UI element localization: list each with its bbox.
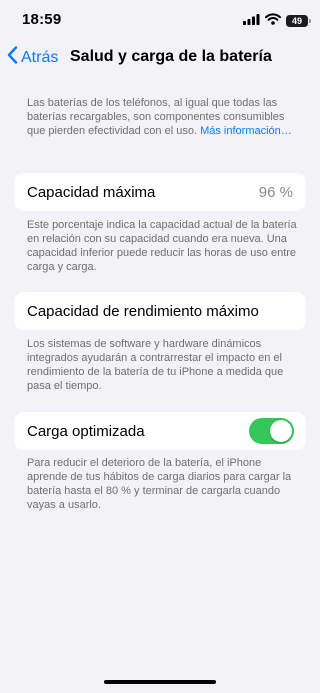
battery-nub: [309, 19, 311, 23]
intro-text: Las baterías de los teléfonos, al igual …: [27, 96, 299, 138]
battery-level: 49: [291, 16, 302, 26]
back-label: Atrás: [21, 48, 59, 66]
wifi-icon: [265, 12, 281, 30]
optimized-charging-footnote: Para reducir el deterioro de la batería,…: [27, 457, 292, 511]
home-indicator[interactable]: [104, 680, 216, 684]
max-capacity-value: 96 %: [258, 184, 293, 201]
max-capacity-row: Capacidad máxima 96 %: [14, 173, 306, 211]
back-button[interactable]: Atrás: [7, 46, 58, 69]
optimized-charging-label: Carga optimizada: [27, 423, 145, 440]
chevron-left-icon: [7, 46, 18, 69]
toggle-knob: [270, 420, 292, 442]
status-time: 18:59: [22, 11, 62, 28]
optimized-charging-row: Carga optimizada: [14, 412, 306, 450]
navigation-bar: Atrás Salud y carga de la batería: [0, 40, 320, 74]
page-title: Salud y carga de la batería: [70, 48, 272, 65]
max-capacity-footnote: Este porcentaje indica la capacidad actu…: [27, 219, 297, 273]
peak-performance-footnote: Los sistemas de software y hardware diná…: [27, 338, 284, 392]
more-info-link[interactable]: Más información…: [200, 125, 292, 137]
status-bar: 18:59 49: [0, 0, 320, 40]
battery-icon: 49: [286, 15, 311, 27]
status-icons: 49: [243, 12, 311, 30]
max-capacity-label: Capacidad máxima: [27, 184, 156, 201]
peak-performance-row: Capacidad de rendimiento máximo: [14, 292, 306, 330]
cellular-signal-icon: [243, 12, 260, 30]
peak-performance-label: Capacidad de rendimiento máximo: [27, 303, 259, 320]
optimized-charging-toggle[interactable]: [249, 418, 294, 444]
